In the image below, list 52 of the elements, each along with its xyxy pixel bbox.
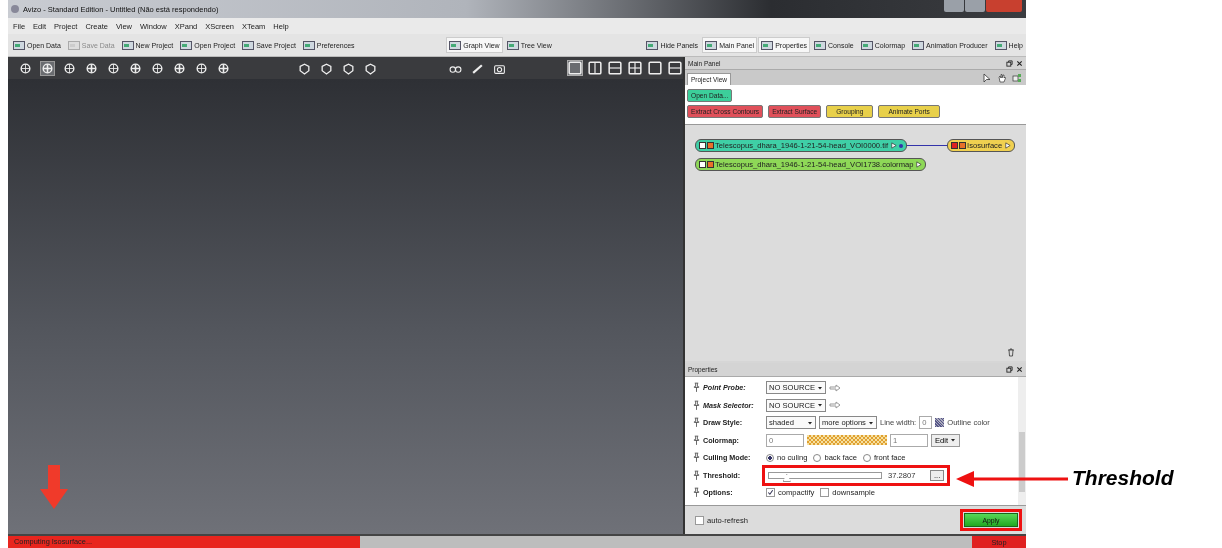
pin-icon[interactable] [693, 434, 700, 446]
down-arrow [40, 465, 68, 509]
caret-icon [950, 437, 957, 444]
window-icon [705, 40, 718, 50]
window-icon [506, 40, 519, 50]
check-icon [767, 489, 774, 497]
node-icon[interactable] [951, 142, 967, 149]
pin-icon[interactable] [693, 487, 700, 499]
play-icon[interactable] [1004, 142, 1012, 149]
float-icon[interactable] [1006, 366, 1013, 373]
window-icon [449, 40, 462, 50]
window-icon [646, 40, 659, 50]
single-view-icon[interactable] [567, 60, 583, 76]
color-swatch[interactable] [935, 418, 945, 428]
caret-icon [817, 402, 823, 409]
annotation-label: Threshold [1072, 466, 1174, 490]
float-icon[interactable] [1006, 59, 1013, 67]
window-icon [814, 40, 827, 50]
trash-icon[interactable] [1006, 347, 1016, 357]
node-icon[interactable] [699, 142, 714, 149]
pin-icon[interactable] [693, 399, 700, 411]
window-icon [67, 40, 80, 50]
app-icon [11, 5, 19, 13]
two-columns-icon[interactable] [587, 60, 603, 76]
close-icon[interactable] [1016, 59, 1023, 67]
caret-icon [807, 419, 813, 426]
pin-icon[interactable] [693, 469, 700, 481]
window-icon [860, 40, 873, 50]
pin-icon[interactable] [693, 452, 700, 464]
pin-icon[interactable] [693, 382, 700, 394]
connection-line [907, 145, 948, 146]
caret-icon [817, 384, 823, 391]
play-icon[interactable] [890, 142, 898, 149]
scrollbar[interactable] [1018, 377, 1026, 505]
network-icon[interactable] [1012, 72, 1022, 83]
two-rows-icon[interactable] [607, 60, 623, 76]
window-icon [761, 40, 774, 50]
play-icon[interactable] [915, 161, 923, 168]
window-icon [121, 40, 134, 50]
four-views-icon[interactable] [627, 60, 643, 76]
colormap-bar[interactable] [807, 435, 887, 446]
window-icon [242, 40, 255, 50]
node-icon[interactable] [699, 161, 714, 168]
window-icon [912, 40, 925, 50]
window-icon [13, 40, 25, 50]
pin-icon[interactable] [693, 417, 700, 429]
window-icon [994, 40, 1007, 50]
threshold-slider[interactable] [768, 471, 882, 479]
caret-icon [867, 419, 874, 426]
window-icon [302, 40, 315, 50]
close-icon[interactable] [1016, 366, 1023, 373]
window-icon [180, 40, 193, 50]
